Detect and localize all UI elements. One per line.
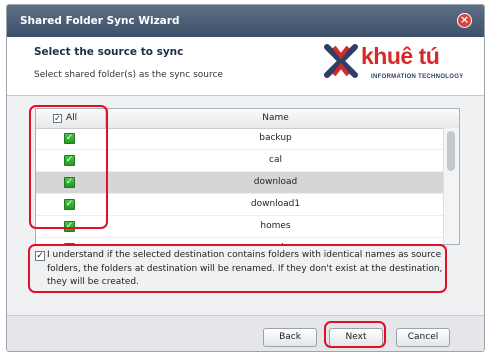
- table-row[interactable]: ✓ music: [36, 238, 445, 244]
- back-button[interactable]: Back: [263, 328, 317, 347]
- rename-notice: ✓ I understand if the selected destinati…: [35, 249, 450, 295]
- folder-name: music: [106, 243, 445, 244]
- title-bar: Shared Folder Sync Wizard ×: [7, 5, 484, 37]
- folder-name: cal: [269, 155, 282, 165]
- next-button[interactable]: Next: [329, 328, 383, 347]
- name-column-header[interactable]: Name: [106, 113, 445, 123]
- row-checkbox-cell[interactable]: ✓: [36, 128, 105, 149]
- step-heading: Select the source to sync: [34, 46, 184, 58]
- header-divider: [7, 95, 484, 96]
- table-row[interactable]: ✓ cal: [36, 150, 445, 172]
- close-icon[interactable]: ×: [457, 13, 472, 28]
- row-checkbox-cell[interactable]: ✓: [36, 216, 105, 237]
- row-checkbox[interactable]: ✓: [64, 221, 75, 232]
- folder-name: homes: [260, 221, 291, 231]
- table-row[interactable]: ✓ download: [36, 172, 445, 194]
- logo-mark-icon: [324, 44, 358, 78]
- row-checkbox-cell[interactable]: ✓: [36, 150, 105, 171]
- logo-tagline: INFORMATION TECHNOLOGY: [371, 74, 464, 80]
- logo: khuê tú INFORMATION TECHNOLOGY: [324, 43, 464, 87]
- select-all-column[interactable]: ✓ All: [36, 109, 106, 128]
- scrollbar-thumb[interactable]: [447, 131, 455, 171]
- notice-text: I understand if the selected destination…: [47, 250, 443, 287]
- row-checkbox[interactable]: ✓: [64, 155, 75, 166]
- grid-rows: ✓ backup ✓ cal ✓ download ✓ download1 ✓ homes ✓ mus…: [36, 128, 445, 244]
- table-row[interactable]: ✓ download1: [36, 194, 445, 216]
- row-checkbox-cell[interactable]: ✓: [36, 238, 105, 244]
- window-title: Shared Folder Sync Wizard: [20, 15, 180, 27]
- table-row[interactable]: ✓ backup: [36, 128, 445, 150]
- row-checkbox-cell[interactable]: ✓: [36, 172, 105, 193]
- row-checkbox[interactable]: ✓: [64, 243, 75, 244]
- row-checkbox-cell[interactable]: ✓: [36, 194, 105, 215]
- grid-scrollbar[interactable]: [443, 128, 459, 244]
- table-row[interactable]: ✓ homes: [36, 216, 445, 238]
- row-checkbox[interactable]: ✓: [64, 133, 75, 144]
- wizard-window: Shared Folder Sync Wizard × Select the s…: [6, 4, 485, 352]
- shared-folder-grid: ✓ All Name ✓ backup ✓ cal ✓ download ✓ download…: [35, 108, 460, 245]
- logo-brand: khuê tú: [361, 43, 440, 69]
- cancel-button[interactable]: Cancel: [396, 328, 450, 347]
- step-subheading: Select shared folder(s) as the sync sour…: [34, 70, 223, 80]
- select-all-checkbox[interactable]: ✓: [53, 114, 62, 123]
- folder-name: download: [253, 177, 298, 187]
- select-all-label: All: [66, 113, 78, 123]
- folder-name: download1: [250, 199, 301, 209]
- wizard-header: Select the source to sync Select shared …: [7, 37, 484, 95]
- grid-header: ✓ All Name: [36, 109, 459, 129]
- understand-checkbox[interactable]: ✓: [35, 251, 45, 261]
- row-checkbox[interactable]: ✓: [64, 199, 75, 210]
- folder-name: backup: [259, 133, 292, 143]
- row-checkbox[interactable]: ✓: [64, 177, 75, 188]
- wizard-footer: Back Next Cancel: [7, 315, 484, 351]
